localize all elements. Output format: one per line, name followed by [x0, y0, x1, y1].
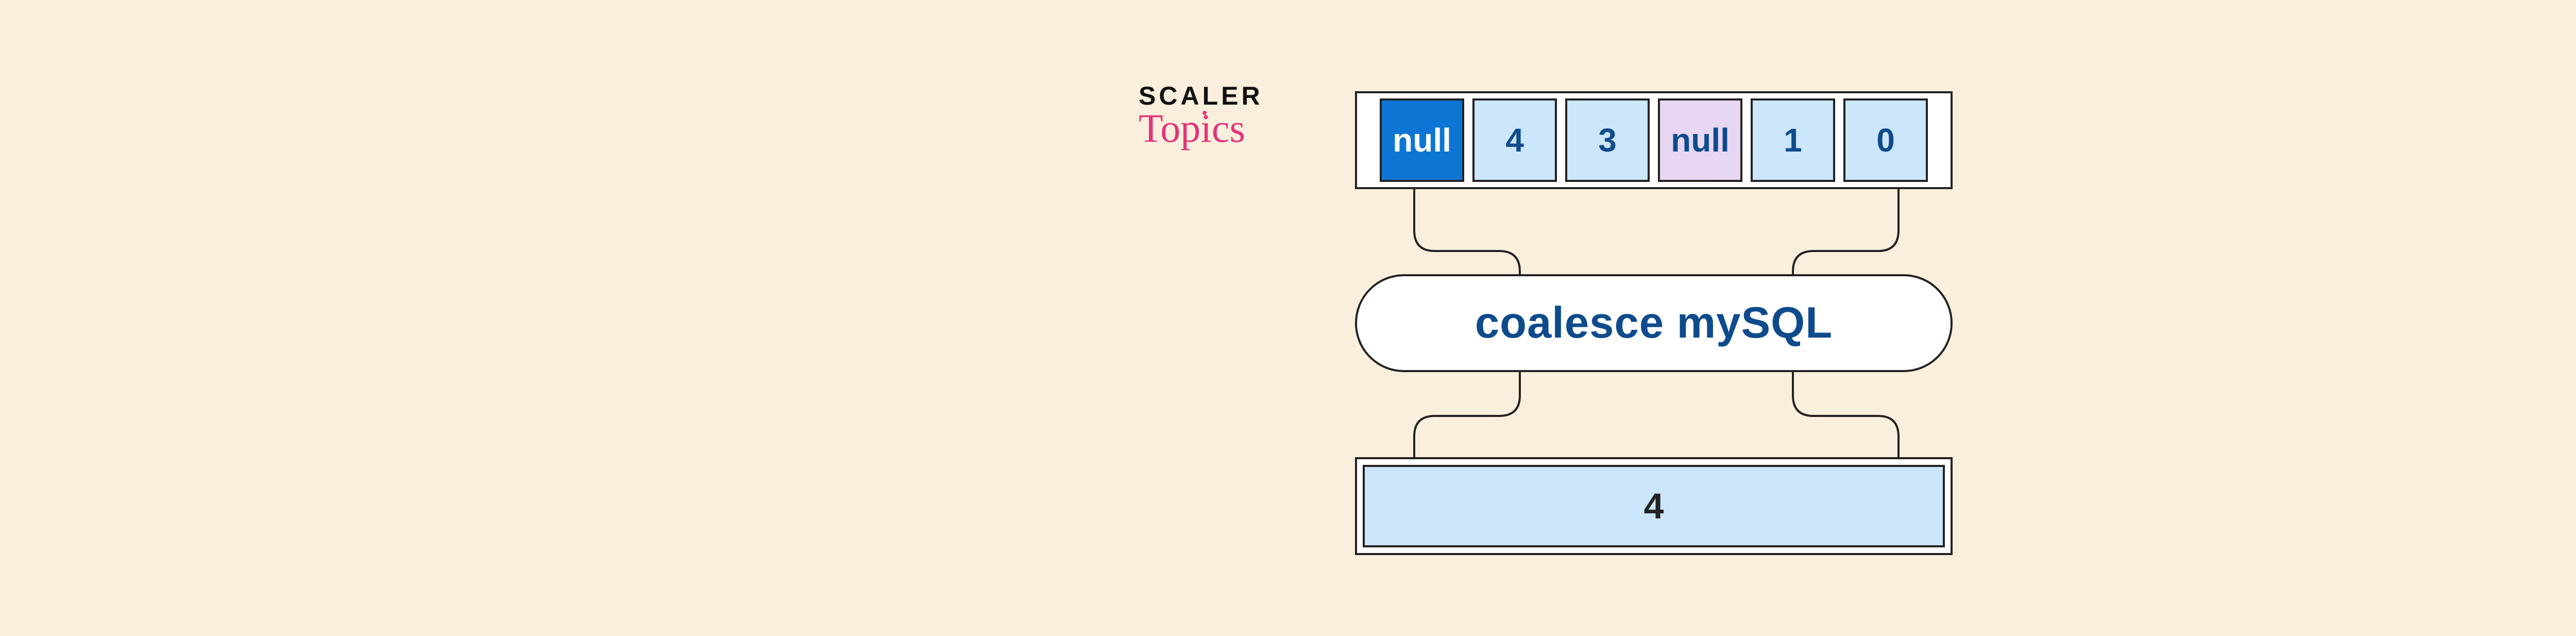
logo-topics-text: Topics [1139, 106, 1245, 150]
connectors-top [1355, 189, 1953, 277]
input-cell-3: null [1658, 98, 1742, 182]
output-value-cell: 4 [1363, 465, 1945, 547]
scaler-topics-logo: SCALER Topics [1139, 81, 1288, 150]
input-cell-0: null [1380, 98, 1464, 182]
diagram-canvas: SCALER Topics null 4 3 null 1 0 coalesce… [1128, 68, 1963, 568]
function-label: coalesce mySQL [1475, 298, 1833, 348]
logo-svg: SCALER Topics [1139, 81, 1288, 150]
input-cell-1: 4 [1472, 98, 1557, 182]
coalesce-function-pill: coalesce mySQL [1355, 274, 1953, 372]
input-cell-5: 0 [1843, 98, 1928, 182]
output-value: 4 [1644, 486, 1664, 527]
input-cell-2: 3 [1565, 98, 1650, 182]
connectors-bottom [1355, 372, 1953, 460]
input-array-box: null 4 3 null 1 0 [1355, 91, 1953, 189]
input-cell-4: 1 [1751, 98, 1835, 182]
output-box: 4 [1355, 457, 1953, 555]
